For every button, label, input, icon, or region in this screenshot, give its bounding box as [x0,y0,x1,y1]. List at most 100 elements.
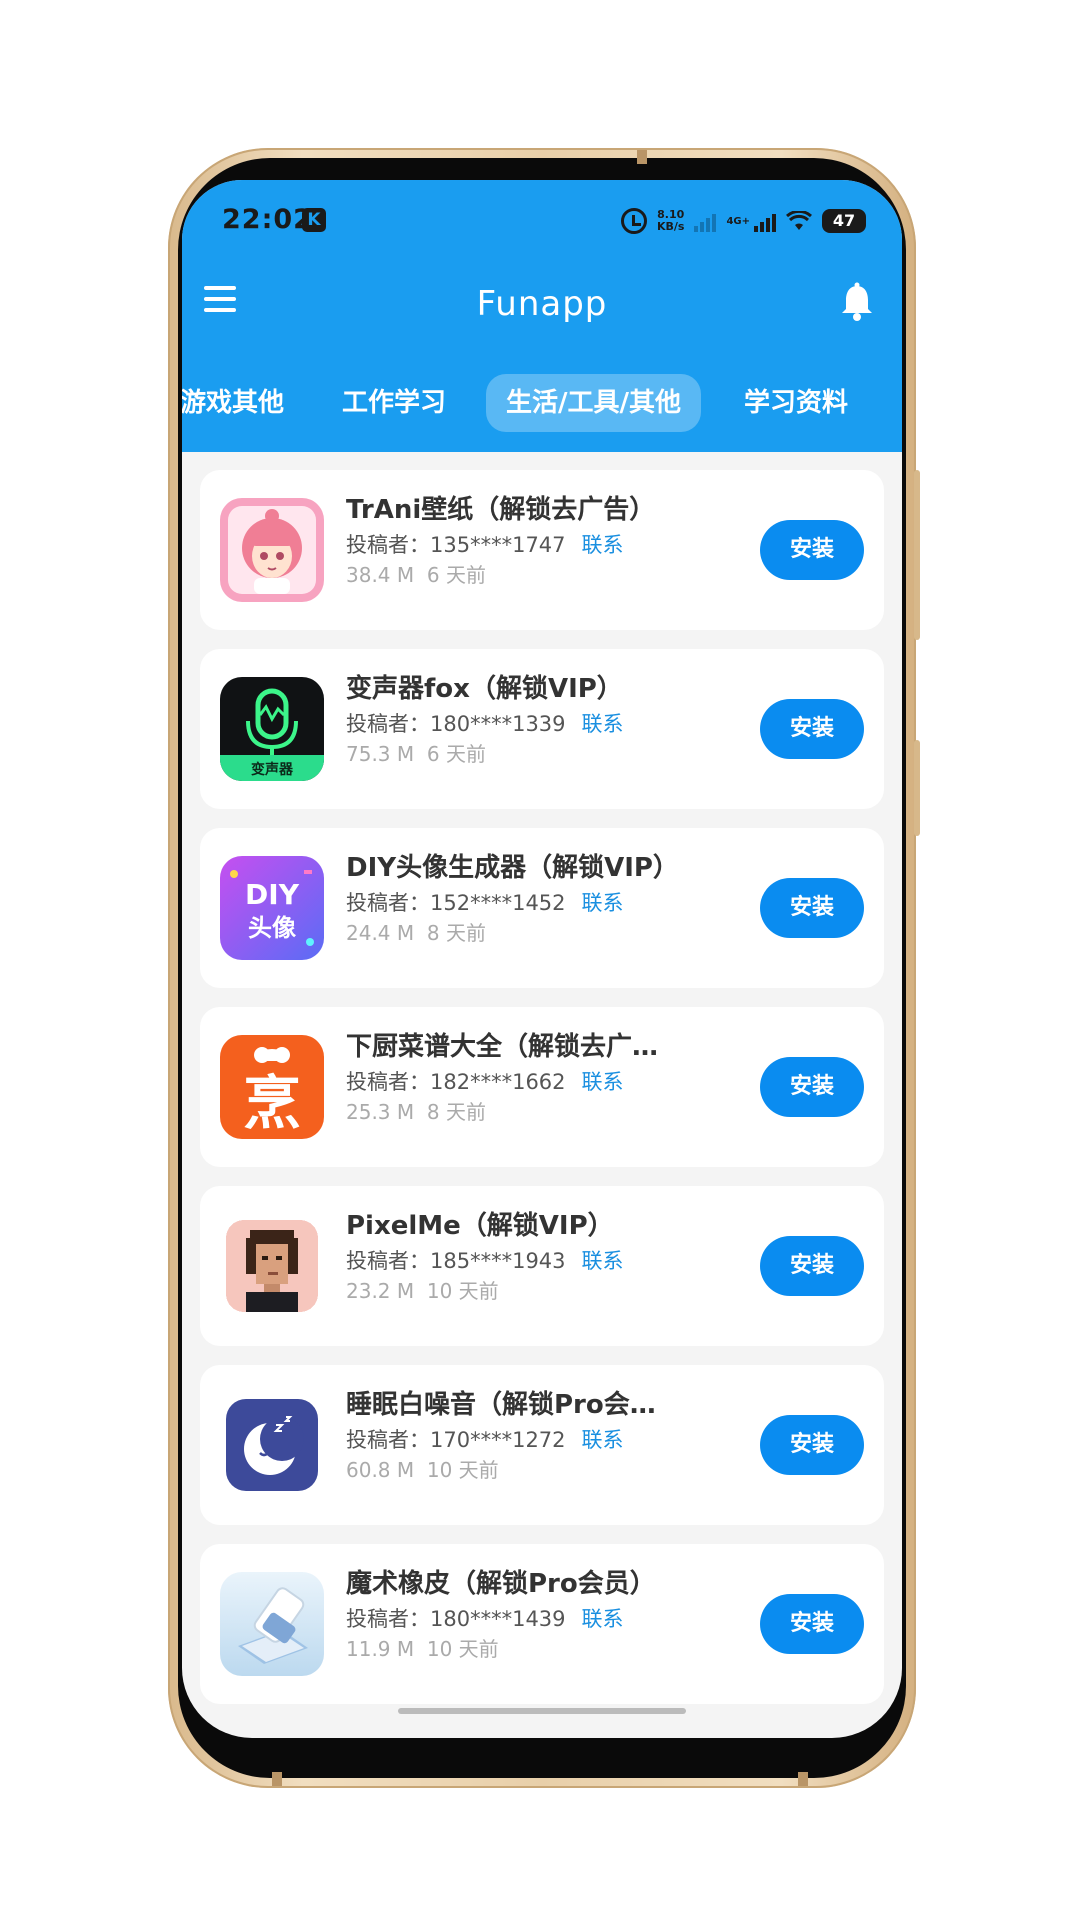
app-name: 睡眠白噪音（解锁Pro会… [346,1390,656,1420]
uploader-line: 投稿者：185****1943 联系 [346,1244,686,1276]
app-name: 魔术橡皮（解锁Pro会员） [346,1569,656,1599]
top-bar: 22:02 K 8.10 KB/s 4G+ 47 Funapp 游戏其他 工作学… [182,180,902,452]
antenna-line [798,1772,808,1786]
app-name: 变声器fox（解锁VIP） [346,674,623,704]
uploader-line: 投稿者：180****1339 联系 [346,707,686,739]
install-button[interactable]: 安装 [760,1415,864,1475]
app-size: 60.8 M [346,1458,415,1482]
signal-icon-sim2 [754,210,776,232]
tab-games-other[interactable]: 游戏其他 [182,374,284,432]
uploader-line: 投稿者：170****1272 联系 [346,1423,686,1455]
size-line: 24.4 M 8 天前 [346,918,686,948]
microphone-icon: 变声器 [220,677,324,781]
wifi-icon [786,211,812,230]
app-info: PixelMe（解锁VIP） 投稿者：185****1943 联系 23.2 M … [346,1208,686,1306]
size-line: 23.2 M 10 天前 [346,1276,686,1306]
app-size: 24.4 M [346,921,415,945]
app-size: 75.3 M [346,742,415,766]
app-size: 38.4 M [346,563,415,587]
svg-text:变声器: 变声器 [251,761,294,778]
list-item[interactable]: 烹 下厨菜谱大全（解锁去广… 投稿者：182****1662 联系 25.3 M … [200,1007,884,1167]
app-size: 23.2 M [346,1279,415,1303]
contact-link[interactable]: 联系 [582,1428,624,1452]
app-name: PixelMe（解锁VIP） [346,1211,614,1241]
antenna-line [272,1772,282,1786]
size-line: 11.9 M 10 天前 [346,1634,686,1664]
install-button[interactable]: 安装 [760,1057,864,1117]
upload-age: 8 天前 [426,1100,486,1124]
uploader-line: 投稿者：182****1662 联系 [346,1065,686,1097]
upload-age: 6 天前 [426,742,486,766]
app-info: 睡眠白噪音（解锁Pro会… 投稿者：170****1272 联系 60.8 M 1… [346,1387,686,1485]
upload-age: 10 天前 [426,1637,499,1661]
app-info: 魔术橡皮（解锁Pro会员） 投稿者：180****1439 联系 11.9 M 1… [346,1566,686,1664]
signal-icon-sim1 [694,210,717,232]
svg-text:DIY: DIY [245,878,300,911]
svg-text:烹: 烹 [243,1069,301,1137]
uploader-line: 投稿者：180****1439 联系 [346,1602,686,1634]
size-line: 75.3 M 6 天前 [346,739,686,769]
install-button[interactable]: 安装 [760,878,864,938]
diy-avatar-icon: DIY 头像 [220,856,324,960]
uploader: 投稿者：135****1747 [346,533,566,557]
contact-link[interactable]: 联系 [582,1070,624,1094]
uploader: 投稿者：170****1272 [346,1428,566,1452]
tab-life-tools-other[interactable]: 生活/工具/其他 [486,374,701,432]
app-bar: Funapp [182,260,902,370]
network-speed: 8.10 KB/s [656,208,685,233]
screen: 22:02 K 8.10 KB/s 4G+ 47 Funapp 游戏其他 工作学… [182,180,902,1738]
install-button[interactable]: 安装 [760,1236,864,1296]
install-button[interactable]: 安装 [760,699,864,759]
app-title: Funapp [476,284,608,324]
anime-girl-icon [220,498,324,602]
install-button[interactable]: 安装 [760,520,864,580]
app-name: TrAni壁纸（解锁去广告） [346,495,656,525]
contact-link[interactable]: 联系 [582,533,624,557]
cooking-icon: 烹 [220,1035,324,1139]
app-size: 25.3 M [346,1100,415,1124]
status-icons: 8.10 KB/s 4G+ 47 [620,204,866,238]
contact-link[interactable]: 联系 [582,1249,624,1273]
size-line: 25.3 M 8 天前 [346,1097,686,1127]
uploader-line: 投稿者：135****1747 联系 [346,528,686,560]
install-button[interactable]: 安装 [760,1594,864,1654]
category-tabs: 游戏其他 工作学习 生活/工具/其他 学习资料 [182,370,902,452]
upload-age: 10 天前 [426,1458,499,1482]
uploader: 投稿者：180****1339 [346,712,566,736]
eraser-icon [220,1572,324,1676]
app-info: DIY头像生成器（解锁VIP） 投稿者：152****1452 联系 24.4 M… [346,850,686,948]
contact-link[interactable]: 联系 [582,712,624,736]
contact-link[interactable]: 联系 [582,891,624,915]
alarm-icon [620,208,647,234]
antenna-line [637,150,647,164]
list-item[interactable]: DIY 头像 DIY头像生成器（解锁VIP） 投稿者：152****1452 联系… [200,828,884,988]
svg-text:头像: 头像 [248,914,297,942]
home-indicator[interactable] [398,1708,686,1714]
app-name: DIY头像生成器（解锁VIP） [346,853,679,883]
list-item[interactable]: PixelMe（解锁VIP） 投稿者：185****1943 联系 23.2 M … [200,1186,884,1346]
battery-icon: 47 [822,209,866,233]
tab-study-materials[interactable]: 学习资料 [744,374,848,432]
upload-age: 10 天前 [426,1279,499,1303]
upload-age: 8 天前 [426,921,486,945]
size-line: 60.8 M 10 天前 [346,1455,686,1485]
tab-work-study[interactable]: 工作学习 [342,374,446,432]
network-type: 4G+ [726,215,750,227]
uploader: 投稿者：182****1662 [346,1070,566,1094]
upload-age: 6 天前 [426,563,486,587]
status-bar: 22:02 K 8.10 KB/s 4G+ 47 [182,180,902,260]
uploader: 投稿者：185****1943 [346,1249,566,1273]
app-info: 变声器fox（解锁VIP） 投稿者：180****1339 联系 75.3 M 6… [346,671,686,769]
list-item[interactable]: TrAni壁纸（解锁去广告） 投稿者：135****1747 联系 38.4 M … [200,470,884,630]
list-item[interactable]: 魔术橡皮（解锁Pro会员） 投稿者：180****1439 联系 11.9 M 1… [200,1544,884,1704]
size-line: 38.4 M 6 天前 [346,560,686,590]
uploader-line: 投稿者：152****1452 联系 [346,886,686,918]
k-app-icon: K [302,208,326,232]
volume-button [914,470,920,640]
contact-link[interactable]: 联系 [582,1607,624,1631]
bell-icon[interactable] [840,282,874,322]
pixel-portrait-icon [220,1214,324,1318]
app-list: TrAni壁纸（解锁去广告） 投稿者：135****1747 联系 38.4 M … [200,470,884,1723]
list-item[interactable]: 变声器 变声器fox（解锁VIP） 投稿者：180****1339 联系 75.3… [200,649,884,809]
list-item[interactable]: 睡眠白噪音（解锁Pro会… 投稿者：170****1272 联系 60.8 M 1… [200,1365,884,1525]
